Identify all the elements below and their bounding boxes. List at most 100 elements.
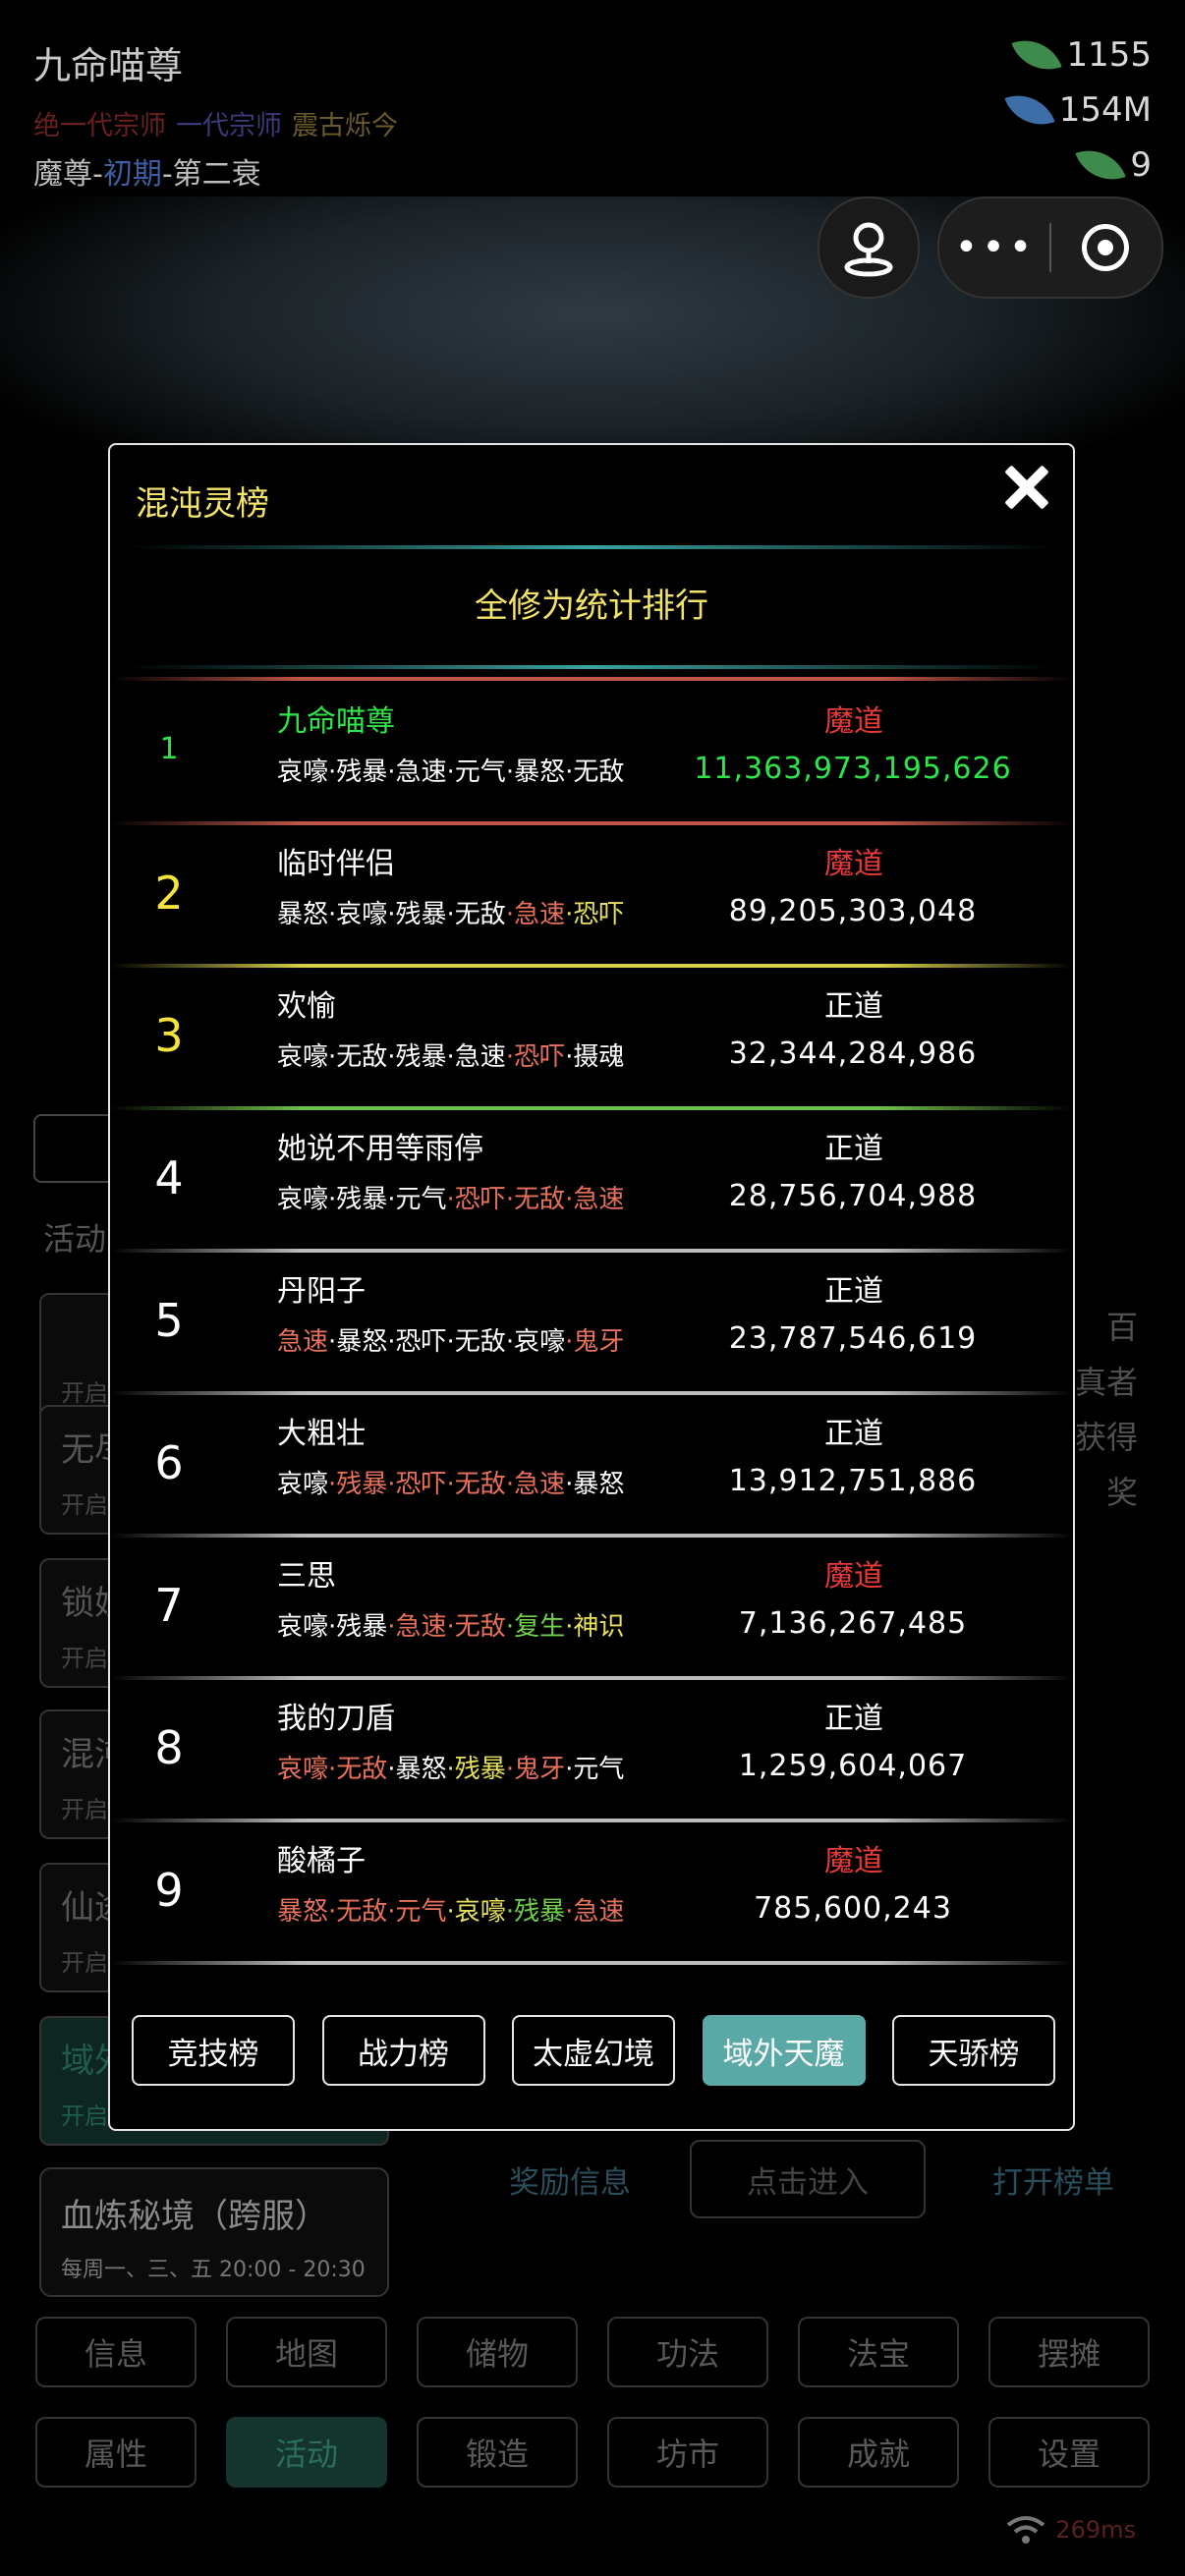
nav-info[interactable]: 信息 xyxy=(35,2317,197,2387)
ranking-row[interactable]: 5 丹阳子 急速·暴怒·恐吓·无敌·哀嚎·鬼牙 正道 23,787,546,619 xyxy=(110,1253,1073,1395)
skill-tag: ·急速 xyxy=(446,1042,506,1072)
ranking-tabs: 竞技榜 战力榜 太虚幻境 域外天魔 天骄榜 xyxy=(132,2015,1055,2086)
ranking-row[interactable]: 1 九命喵尊哀嚎·残暴·急速·元气·暴怒·无敌 魔道 11,363,973,195,6… xyxy=(110,683,1073,825)
more-icon[interactable]: ••• xyxy=(941,225,1049,270)
open-list-link[interactable]: 打开榜单 xyxy=(992,2157,1114,2202)
skill-list: 哀嚎·残暴·急速·元气·暴怒·无敌 xyxy=(277,752,624,788)
nav-activity[interactable]: 活动 xyxy=(226,2417,387,2488)
ranking-row[interactable]: 6 大粗壮 哀嚎·残暴·恐吓·无敌·急速·暴怒 正道 13,912,751,886 xyxy=(110,1395,1073,1538)
skill-tag: 哀嚎 xyxy=(277,1470,329,1499)
close-icon[interactable] xyxy=(998,459,1055,516)
tab-taixu[interactable]: 太虚幻境 xyxy=(512,2015,675,2086)
skill-list: 哀嚎·无敌·残暴·急速·恐吓·摄魂 xyxy=(277,1036,624,1073)
cultivation-value: 1,259,604,067 xyxy=(738,1749,968,1783)
skill-tag: ·残暴 xyxy=(328,757,388,787)
tab-prodigy[interactable]: 天骄榜 xyxy=(892,2015,1055,2086)
skill-tag: ·神识 xyxy=(565,1612,625,1642)
nav-skills[interactable]: 功法 xyxy=(607,2317,768,2387)
skill-tag: ·暴怒 xyxy=(505,757,566,787)
nav-map[interactable]: 地图 xyxy=(226,2317,387,2387)
cultivation-value: 11,363,973,195,626 xyxy=(694,752,1012,786)
nav-treasure[interactable]: 法宝 xyxy=(798,2317,959,2387)
skill-tag: ·无敌 xyxy=(446,900,506,929)
nav-settings[interactable]: 设置 xyxy=(988,2417,1150,2488)
skill-tag: ·残暴 xyxy=(505,1897,566,1927)
cultivation-value: 785,600,243 xyxy=(754,1891,952,1926)
activity-tag[interactable] xyxy=(33,1114,116,1183)
skill-tag: 暴怒 xyxy=(277,1897,329,1927)
faction-label: 正道 xyxy=(824,1274,883,1309)
skill-list: 哀嚎·残暴·急速·无敌·复生·神识 xyxy=(277,1606,624,1643)
ranking-row[interactable]: 3 欢愉 哀嚎·无敌·残暴·急速·恐吓·摄魂 正道 32,344,284,986 xyxy=(110,968,1073,1110)
skill-tag: 急速 xyxy=(277,1327,329,1357)
skill-tag: ·哀嚎 xyxy=(505,1327,566,1357)
location-button[interactable] xyxy=(818,196,920,299)
faction-label: 正道 xyxy=(824,989,883,1024)
tab-power[interactable]: 战力榜 xyxy=(321,2015,485,2086)
skill-tag: ·急速 xyxy=(505,900,566,929)
faction-label: 魔道 xyxy=(824,847,883,881)
nav-stall[interactable]: 摆摊 xyxy=(988,2317,1150,2387)
rank-number-text: 4 xyxy=(154,1151,184,1204)
desc-line-1: 百 xyxy=(1105,1309,1138,1346)
skill-tag: ·急速 xyxy=(565,1185,625,1214)
ranking-row[interactable]: 2 临时伴侣 暴怒·哀嚎·残暴·无敌·急速·恐吓 魔道 89,205,303,048 xyxy=(110,825,1073,968)
blood-secret-realm-card[interactable]: 血炼秘境（跨服） 每周一、三、五 20:00 - 20:30 xyxy=(39,2167,389,2297)
skill-tag: ·鬼牙 xyxy=(565,1327,625,1357)
cultivation-value: 32,344,284,986 xyxy=(728,1036,978,1071)
ranking-modal: 混沌灵榜 全修为统计排行 1 九命喵尊 哀嚎·残暴·急速·元气·暴怒·无敌 魔道 11,… xyxy=(108,443,1075,2131)
capsule-menu: ••• xyxy=(937,196,1163,299)
skill-tag: ·恐吓 xyxy=(505,1042,566,1072)
skill-tag: 哀嚎 xyxy=(277,1042,329,1072)
skill-tag: ·摄魂 xyxy=(565,1042,625,1072)
resource-3: 9 xyxy=(1075,140,1152,191)
ping-value: 269ms xyxy=(1055,2516,1136,2544)
skill-tag: ·元气 xyxy=(387,1185,447,1214)
skill-list: 哀嚎·残暴·恐吓·无敌·急速·暴怒 xyxy=(277,1464,624,1500)
rank-number-text: 9 xyxy=(154,1864,184,1917)
blue-leaf-icon xyxy=(1004,84,1055,136)
player-name: 九命喵尊 xyxy=(277,704,395,739)
skill-tag: ·急速 xyxy=(387,757,447,787)
rank-number-text: 2 xyxy=(154,867,184,920)
ranking-row[interactable]: 8 我的刀盾 哀嚎·无敌·暴怒·残暴·鬼牙·元气 正道 1,259,604,067 xyxy=(110,1680,1073,1822)
skill-tag: ·无敌 xyxy=(328,1042,388,1072)
rank-number-text: 1 xyxy=(159,732,179,766)
player-titles: 绝一代宗师 一代宗师 震古烁今 xyxy=(33,104,408,142)
cultivation-rank: 魔尊-初期-第二衰 xyxy=(33,149,261,193)
enter-button[interactable]: 点击进入 xyxy=(690,2140,926,2218)
ranking-row[interactable]: 7 三思 哀嚎·残暴·急速·无敌·复生·神识 魔道 7,136,267,485 xyxy=(110,1538,1073,1680)
desc-line-4: 奖 xyxy=(1105,1474,1138,1511)
skill-list: 暴怒·无敌·元气·哀嚎·残暴·急速 xyxy=(277,1891,624,1928)
nav-storage[interactable]: 储物 xyxy=(417,2317,578,2387)
tab-outer-demon[interactable]: 域外天魔 xyxy=(702,2015,866,2086)
faction-label: 正道 xyxy=(824,1417,883,1451)
player-name: 欢愉 xyxy=(277,989,336,1024)
skill-tag: ·无敌 xyxy=(446,1470,506,1499)
reward-info-link[interactable]: 奖励信息 xyxy=(509,2157,631,2202)
nav-forge[interactable]: 锻造 xyxy=(417,2417,578,2488)
skill-tag: ·残暴 xyxy=(328,1612,388,1642)
skill-tag: ·急速 xyxy=(387,1612,447,1642)
tab-arena[interactable]: 竞技榜 xyxy=(132,2015,295,2086)
nav-attributes[interactable]: 属性 xyxy=(35,2417,197,2488)
nav-achievements[interactable]: 成就 xyxy=(798,2417,959,2488)
player-name: 三思 xyxy=(277,1559,336,1594)
skill-tag: ·暴怒 xyxy=(328,1327,388,1357)
skill-tag: ·恐吓 xyxy=(387,1470,447,1499)
skill-tag: ·急速 xyxy=(505,1470,566,1499)
skill-tag: 暴怒 xyxy=(277,900,329,929)
skill-tag: 哀嚎 xyxy=(277,1755,329,1784)
record-icon[interactable] xyxy=(1051,224,1159,271)
ranking-row[interactable]: 4 她说不用等雨停 哀嚎·残暴·元气·恐吓·无敌·急速 正道 28,756,704,98… xyxy=(110,1110,1073,1253)
faction-label: 魔道 xyxy=(824,704,883,739)
skill-list: 哀嚎·残暴·元气·恐吓·无敌·急速 xyxy=(277,1179,624,1215)
skill-tag: ·残暴 xyxy=(387,1042,447,1072)
ranking-row[interactable]: 9 酸橘子 暴怒·无敌·元气·哀嚎·残暴·急速 魔道 785,600,243 xyxy=(110,1822,1073,1965)
skill-list: 暴怒·哀嚎·残暴·无敌·急速·恐吓 xyxy=(277,894,624,930)
nav-market[interactable]: 坊市 xyxy=(607,2417,768,2488)
skill-tag: ·鬼牙 xyxy=(505,1755,566,1784)
cultivation-value: 13,912,751,886 xyxy=(728,1464,978,1498)
resource-3-value: 9 xyxy=(1130,145,1152,185)
title-divider xyxy=(128,545,1055,549)
